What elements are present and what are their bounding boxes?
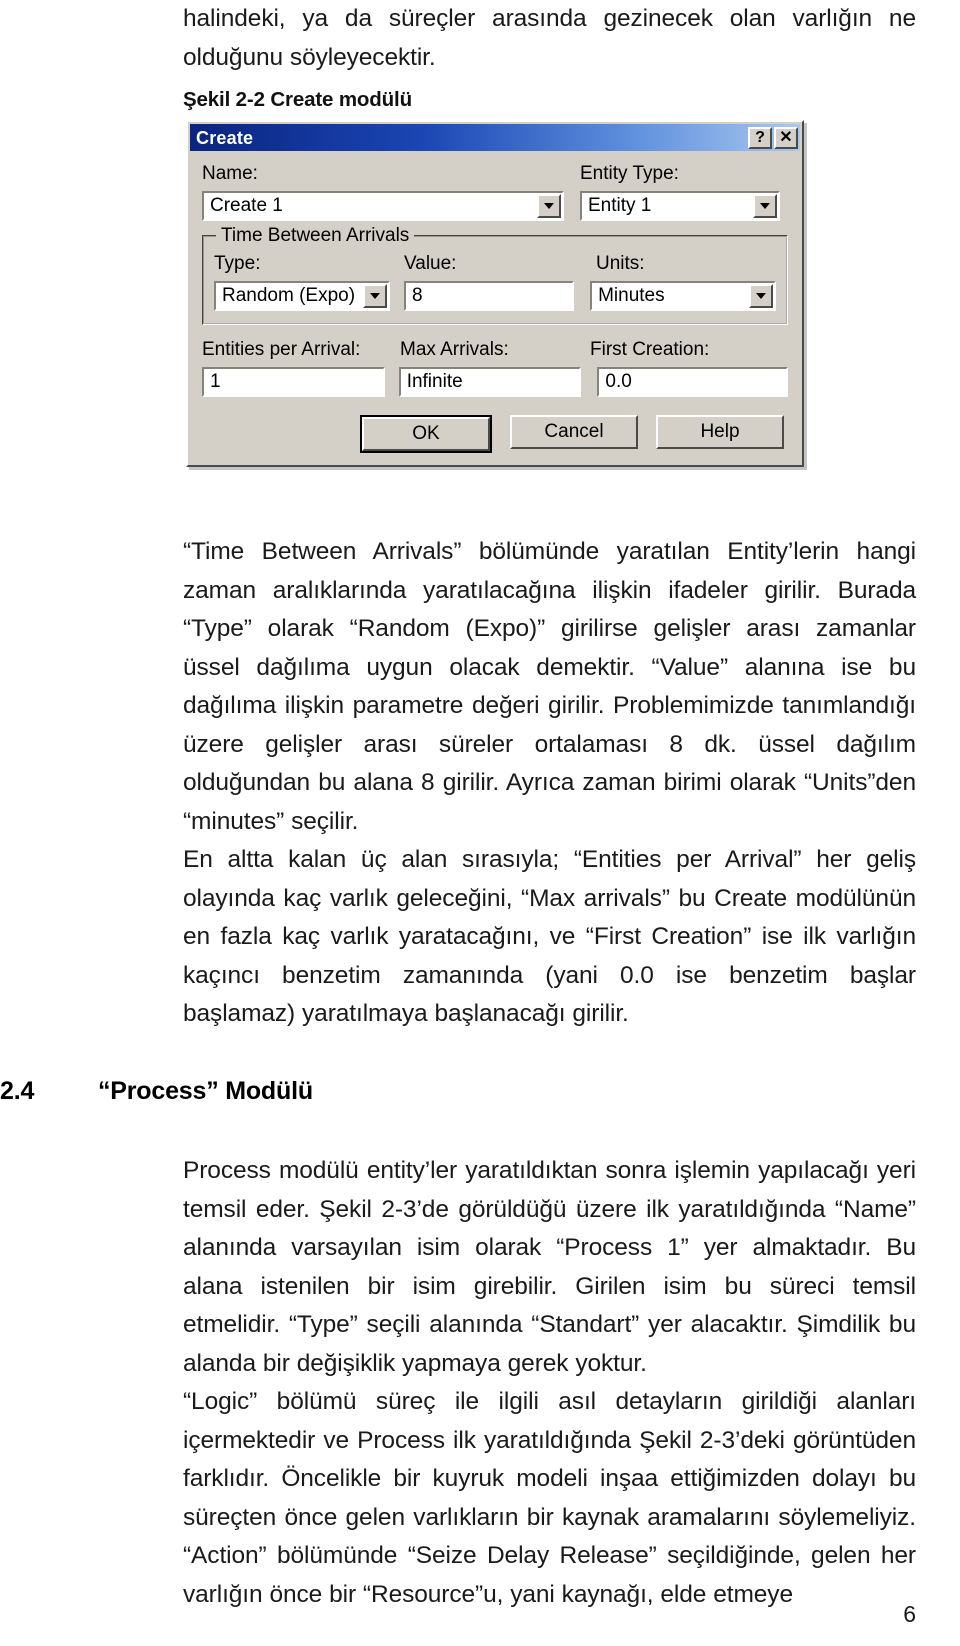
chevron-down-icon[interactable] xyxy=(363,283,388,308)
entity-type-combobox[interactable]: Entity 1 xyxy=(579,189,781,222)
name-entity-labels-row: Name: Entity Type: xyxy=(202,163,788,185)
paragraph-3-block: Process modülü entity’ler yaratıldıktan … xyxy=(183,1152,916,1383)
paragraph-2-block: En altta kalan üç alan sırasıyla; “Entit… xyxy=(183,841,916,1034)
paragraph-1-block: “Time Between Arrivals” bölümünde yaratı… xyxy=(183,533,916,841)
name-label: Name: xyxy=(202,163,258,184)
dialog-body: Name: Entity Type: Create 1 Entity 1 Tim… xyxy=(188,151,802,465)
dialog-button-row: OK Cancel Help xyxy=(202,414,788,453)
type-value: Random (Expo) xyxy=(222,286,356,306)
paragraph-2: En altta kalan üç alan sırasıyla; “Entit… xyxy=(183,846,916,1027)
dialog-title: Create xyxy=(196,127,254,148)
max-arrivals-label: Max Arrivals: xyxy=(400,338,509,360)
units-value: Minutes xyxy=(598,286,665,306)
entity-type-value: Entity 1 xyxy=(588,196,652,216)
bottom-controls-row: 1 Infinite 0.0 xyxy=(201,365,789,398)
paragraph-4-block: “Logic” bölümü süreç ile ilgili asıl det… xyxy=(183,1383,916,1614)
first-creation-value: 0.0 xyxy=(605,372,632,392)
type-label: Type: xyxy=(214,252,261,274)
chevron-down-icon[interactable] xyxy=(753,193,777,218)
section-heading-2-4: 2.4 “Process” Modülü xyxy=(0,1077,920,1106)
entities-per-arrival-label: Entities per Arrival: xyxy=(202,338,361,360)
units-label: Units: xyxy=(596,252,645,274)
name-entity-controls-row: Create 1 Entity 1 xyxy=(201,189,788,222)
create-dialog: Create ? ✕ Name: Entity Type: Create 1 E… xyxy=(186,120,804,467)
units-combobox[interactable]: Minutes xyxy=(589,279,777,312)
value-label: Value: xyxy=(404,252,457,274)
top-paragraph-block: halindeki, ya da süreçler arasında gezin… xyxy=(183,0,916,77)
entity-type-label: Entity Type: xyxy=(580,163,679,184)
help-button[interactable]: Help xyxy=(656,414,784,449)
cancel-button[interactable]: Cancel xyxy=(510,414,638,449)
max-arrivals-textbox[interactable]: Infinite xyxy=(397,365,583,398)
help-question-icon[interactable]: ? xyxy=(748,126,772,149)
name-combobox[interactable]: Create 1 xyxy=(201,189,565,222)
chevron-down-icon[interactable] xyxy=(537,193,561,218)
document-page: halindeki, ya da süreçler arasında gezin… xyxy=(0,0,960,1646)
first-creation-label: First Creation: xyxy=(590,338,710,360)
paragraph-1: “Time Between Arrivals” bölümünde yaratı… xyxy=(183,538,916,835)
type-combobox[interactable]: Random (Expo) xyxy=(212,279,392,312)
ok-button[interactable]: OK xyxy=(362,416,490,451)
bottom-labels-row: Entities per Arrival: Max Arrivals: Firs… xyxy=(202,339,788,361)
section-number: 2.4 xyxy=(0,1077,35,1105)
tba-labels-row: Type: Value: Units: xyxy=(214,253,776,275)
section-title: “Process” Modülü xyxy=(98,1077,313,1105)
close-icon[interactable]: ✕ xyxy=(774,126,798,149)
dialog-titlebar: Create ? ✕ xyxy=(190,124,800,151)
value-value: 8 xyxy=(412,286,423,306)
max-arrivals-value: Infinite xyxy=(406,372,463,392)
page-number: 6 xyxy=(903,1601,916,1627)
paragraph-4: “Logic” bölümü süreç ile ilgili asıl det… xyxy=(183,1388,916,1608)
figure-caption: Şekil 2-2 Create modülü xyxy=(183,88,412,111)
value-textbox[interactable]: 8 xyxy=(403,279,576,312)
name-value: Create 1 xyxy=(210,196,283,216)
time-between-arrivals-group-title: Time Between Arrivals xyxy=(216,224,415,247)
tba-controls-row: Random (Expo) 8 Minutes xyxy=(212,279,777,312)
time-between-arrivals-group: Time Between Arrivals Type: Value: Units… xyxy=(202,224,788,325)
entities-per-arrival-textbox[interactable]: 1 xyxy=(201,365,386,398)
entities-per-arrival-value: 1 xyxy=(210,372,221,392)
first-creation-textbox[interactable]: 0.0 xyxy=(596,365,789,398)
create-dialog-figure: Create ? ✕ Name: Entity Type: Create 1 E… xyxy=(186,120,806,467)
paragraph-3: Process modülü entity’ler yaratıldıktan … xyxy=(183,1157,916,1377)
top-paragraph: halindeki, ya da süreçler arasında gezin… xyxy=(183,5,916,71)
chevron-down-icon[interactable] xyxy=(749,283,773,308)
